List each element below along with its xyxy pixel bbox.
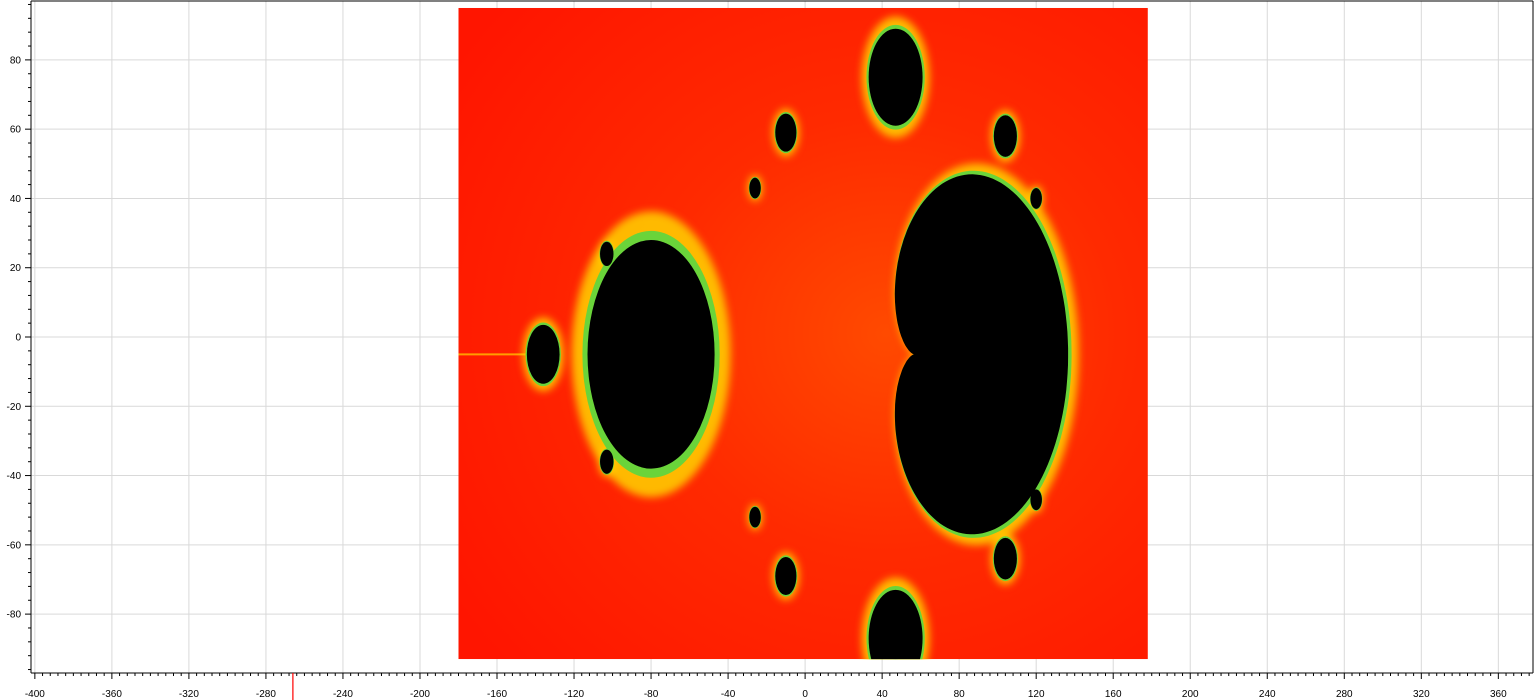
x-tick-label: 120 <box>1028 689 1045 700</box>
y-tick-label: 80 <box>10 55 22 66</box>
y-tick-label: 40 <box>10 194 22 205</box>
fractal-image <box>458 7 1148 660</box>
x-tick-label: -400 <box>25 689 45 700</box>
bulb-se <box>993 537 1017 580</box>
bulb-small-1 <box>600 241 614 266</box>
bulb-small-3 <box>749 177 761 199</box>
x-tick-label: 240 <box>1259 689 1276 700</box>
y-tick-label: -60 <box>7 540 22 551</box>
x-axis: -400 -360 -320 -280 -240 -200 -160 -120 -80 -40 0 4… <box>25 673 1530 700</box>
bulb-small-5 <box>1030 188 1042 209</box>
x-tick-label: 360 <box>1490 689 1507 700</box>
x-tick-label: -80 <box>644 689 659 700</box>
y-tick-label: 20 <box>10 263 22 274</box>
x-tick-label: -120 <box>564 689 584 700</box>
top-bulb <box>868 28 923 126</box>
period-4-bulb <box>526 324 560 384</box>
x-tick-label: -360 <box>102 689 122 700</box>
x-tick-label: 40 <box>877 689 889 700</box>
x-tick-label: -40 <box>721 689 736 700</box>
x-tick-label: -240 <box>333 689 353 700</box>
mandelbrot-chart[interactable]: -400 -360 -320 -280 -240 -200 -160 -120 -80 -40 0 4… <box>0 0 1536 700</box>
bottom-mini-bulb <box>889 638 902 660</box>
bulb-small-2 <box>600 449 614 474</box>
bulb-small-6 <box>1030 489 1042 511</box>
y-tick-label: 0 <box>15 333 21 344</box>
y-tick-label: -40 <box>7 471 22 482</box>
x-tick-label: -280 <box>256 689 276 700</box>
bulb-ne <box>993 115 1017 157</box>
y-tick-label: 60 <box>10 125 22 136</box>
y-axis: 80 60 40 20 0 -20 -40 -60 -80 <box>7 3 31 671</box>
y-tick-label: -20 <box>7 402 22 413</box>
x-tick-label: 320 <box>1413 689 1430 700</box>
x-tick-label: 80 <box>954 689 966 700</box>
bulb-small-4 <box>749 506 761 528</box>
x-tick-label: 280 <box>1336 689 1353 700</box>
period-2-bulb <box>587 240 715 469</box>
y-tick-label: -80 <box>7 610 22 621</box>
x-tick-label: -200 <box>410 689 430 700</box>
top-mini-bulb <box>889 49 902 71</box>
x-tick-label: -160 <box>487 689 507 700</box>
bulb-sw <box>775 556 797 596</box>
x-tick-label: -320 <box>179 689 199 700</box>
bulb-nw <box>775 113 797 152</box>
x-tick-label: 0 <box>802 689 808 700</box>
x-tick-label: 200 <box>1182 689 1199 700</box>
x-tick-label: 160 <box>1105 689 1122 700</box>
